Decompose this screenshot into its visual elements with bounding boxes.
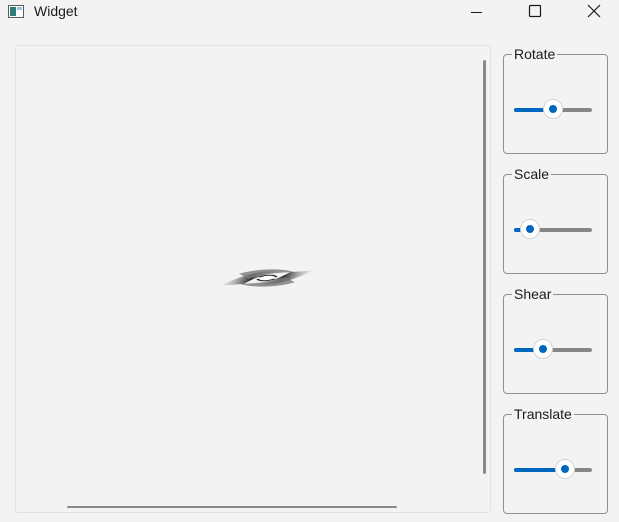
rotate-group: Rotate [503, 45, 608, 154]
vertical-scrollbar[interactable] [483, 60, 486, 474]
translate-group-title: Translate [512, 405, 574, 423]
scale-slider[interactable] [514, 219, 592, 241]
translate-slider[interactable] [514, 459, 592, 481]
maximize-icon [528, 4, 542, 18]
horizontal-scrollbar[interactable] [67, 506, 397, 508]
shear-slider-handle[interactable] [533, 339, 553, 359]
scale-slider-handle-dot [526, 225, 534, 233]
rotate-group-title: Rotate [512, 45, 558, 63]
minimize-button[interactable] [454, 0, 500, 24]
close-button[interactable] [571, 0, 617, 24]
app-window-icon [8, 5, 24, 18]
widget-window: Widget Rotate Scale Shear Translate [0, 0, 619, 522]
rotate-slider-handle[interactable] [543, 99, 563, 119]
scale-group-title: Scale [512, 165, 552, 183]
scale-slider-handle[interactable] [520, 219, 540, 239]
shear-group: Shear [503, 285, 608, 394]
shear-group-title: Shear [512, 285, 554, 303]
rotate-slider[interactable] [514, 99, 592, 121]
transformed-item-graphic [220, 269, 314, 287]
close-icon [587, 4, 601, 18]
translate-group: Translate [503, 405, 608, 514]
title-bar[interactable]: Widget [0, 0, 619, 24]
translate-slider-handle[interactable] [555, 459, 575, 479]
window-title: Widget [34, 3, 78, 19]
translate-slider-handle-dot [561, 465, 569, 473]
scale-group: Scale [503, 165, 608, 274]
shear-slider-handle-dot [539, 345, 547, 353]
maximize-button[interactable] [512, 0, 558, 24]
minimize-icon [471, 12, 482, 13]
rotate-slider-handle-dot [549, 105, 557, 113]
shear-slider[interactable] [514, 339, 592, 361]
